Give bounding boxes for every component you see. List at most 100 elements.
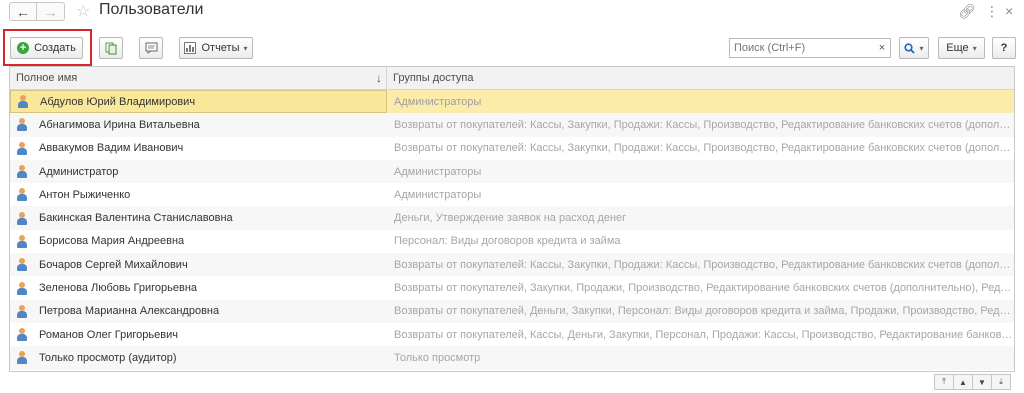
- access-groups-cell[interactable]: Возвраты от покупателей, Кассы, Деньги, …: [387, 329, 1014, 341]
- user-icon: [16, 118, 28, 132]
- table-row[interactable]: Бакинская Валентина Станиславовна Деньги,…: [10, 206, 1014, 230]
- user-name-cell[interactable]: Только просмотр (аудитор): [10, 346, 387, 369]
- user-icon: [16, 258, 28, 272]
- user-name: Борисова Мария Андреевна: [39, 235, 185, 248]
- forward-button[interactable]: →: [37, 2, 65, 21]
- chevron-down-icon: ▾: [243, 43, 248, 53]
- user-name-cell[interactable]: Антон Рыжиченко: [10, 183, 387, 206]
- last-page-icon: ⤓: [999, 377, 1003, 386]
- user-icon: [16, 351, 28, 365]
- table-row[interactable]: Петрова Марианна Александровна Возвраты о…: [10, 299, 1014, 323]
- table-row[interactable]: Бочаров Сергей Михайлович Возвраты от пок…: [10, 253, 1014, 277]
- first-page-icon: ⤒: [942, 377, 946, 386]
- help-button[interactable]: ?: [992, 37, 1016, 59]
- table-row[interactable]: Абнагимова Ирина Витальевна Возвраты от п…: [10, 113, 1014, 137]
- user-name: Петрова Марианна Александровна: [39, 305, 220, 318]
- table-header: Полное имя ↓ Группы доступа: [10, 67, 1014, 90]
- access-groups-cell[interactable]: Возвраты от покупателей: Кассы, Закупки,…: [387, 142, 1014, 154]
- user-icon: [16, 234, 28, 248]
- access-groups-cell[interactable]: Деньги, Утверждение заявок на расход ден…: [387, 212, 1014, 224]
- user-name: Администратор: [39, 165, 119, 178]
- user-icon: [16, 328, 28, 342]
- copy-icon: [105, 42, 117, 54]
- user-name: Бочаров Сергей Михайлович: [39, 258, 188, 271]
- user-name-cell[interactable]: Администратор: [10, 160, 387, 183]
- search-input[interactable]: [729, 38, 875, 58]
- users-table: Полное имя ↓ Группы доступа Абдулов Юрий…: [9, 66, 1015, 372]
- user-name-cell[interactable]: Аввакумов Вадим Иванович: [10, 137, 387, 160]
- page-title: Пользователи: [99, 1, 204, 18]
- vertical-ellipsis-icon[interactable]: ⋮: [985, 3, 999, 20]
- triangle-up-icon: ▲: [959, 377, 967, 387]
- access-groups-cell[interactable]: Возвраты от покупателей, Деньги, Закупки…: [387, 305, 1014, 317]
- user-name-cell[interactable]: Бакинская Валентина Станиславовна: [10, 206, 387, 229]
- table-row[interactable]: Аввакумов Вадим Иванович Возвраты от поку…: [10, 137, 1014, 160]
- column-header-full-name[interactable]: Полное имя ↓: [10, 67, 387, 90]
- table-row[interactable]: Администратор Администраторы: [10, 159, 1014, 184]
- user-name: Только просмотр (аудитор): [39, 351, 177, 364]
- access-groups-cell[interactable]: Только просмотр: [387, 352, 1014, 364]
- user-name: Абнагимова Ирина Витальевна: [39, 118, 200, 131]
- comment-icon: [145, 42, 157, 54]
- close-icon: ×: [878, 42, 886, 54]
- plus-circle-icon: +: [17, 42, 30, 54]
- table-row[interactable]: Антон Рыжиченко Администраторы: [10, 183, 1014, 206]
- more-button[interactable]: Еще ▾: [938, 37, 985, 59]
- user-icon: [16, 188, 28, 202]
- access-groups-cell[interactable]: Персонал: Виды договоров кредита и займа: [387, 235, 1014, 247]
- access-groups-cell[interactable]: Администраторы: [387, 189, 1014, 201]
- user-icon: [16, 141, 28, 155]
- chevron-down-icon: ▾: [919, 43, 924, 53]
- table-row[interactable]: Только просмотр (аудитор) Только просмотр: [10, 346, 1014, 370]
- user-name: Зеленова Любовь Григорьевна: [39, 282, 198, 295]
- user-icon: [16, 211, 28, 225]
- create-button[interactable]: + Создать: [10, 37, 83, 59]
- user-name-cell[interactable]: Романов Олег Григорьевич: [10, 323, 387, 346]
- search-clear-button[interactable]: ×: [874, 38, 891, 58]
- last-page-button[interactable]: ⤓: [991, 374, 1011, 390]
- sort-down-arrow-icon: ↓: [376, 71, 382, 85]
- user-icon: [16, 281, 28, 295]
- comment-button[interactable]: [139, 37, 163, 59]
- reports-button[interactable]: Отчеты ▾: [179, 37, 253, 59]
- user-name-cell[interactable]: Бочаров Сергей Михайлович: [10, 253, 387, 276]
- link-icon[interactable]: 🔗︎: [958, 3, 976, 20]
- table-row[interactable]: Романов Олег Григорьевич Возвраты от поку…: [10, 323, 1014, 346]
- user-name: Бакинская Валентина Станиславовна: [39, 212, 233, 225]
- first-page-button[interactable]: ⤒: [934, 374, 954, 390]
- user-icon: [16, 304, 28, 318]
- search-icon: [904, 42, 916, 54]
- access-groups-cell[interactable]: Возвраты от покупателей: Кассы, Закупки,…: [387, 259, 1014, 271]
- user-icon: [17, 95, 29, 109]
- previous-button[interactable]: ▲: [953, 374, 973, 390]
- access-groups-cell[interactable]: Администраторы: [387, 166, 1014, 178]
- user-name-cell[interactable]: Зеленова Любовь Григорьевна: [10, 276, 387, 299]
- search-button[interactable]: ▾: [899, 37, 929, 59]
- user-name-cell[interactable]: Абнагимова Ирина Витальевна: [10, 113, 387, 136]
- report-icon: [184, 42, 197, 54]
- chevron-down-icon: ▾: [972, 43, 977, 53]
- more-button-label: Еще: [946, 42, 969, 54]
- column-header-label: Полное имя: [16, 72, 78, 84]
- table-row[interactable]: Абдулов Юрий Владимирович Администраторы: [10, 90, 1014, 114]
- access-groups-cell[interactable]: Возвраты от покупателей: Кассы, Закупки,…: [387, 119, 1014, 131]
- close-icon[interactable]: ×: [1005, 3, 1013, 19]
- user-name: Абдулов Юрий Владимирович: [40, 95, 196, 108]
- copy-button[interactable]: [99, 37, 123, 59]
- user-name-cell[interactable]: Петрова Марианна Александровна: [10, 300, 387, 323]
- next-button[interactable]: ▼: [972, 374, 992, 390]
- user-name: Антон Рыжиченко: [39, 188, 131, 201]
- list-navigation: ⤒ ▲ ▼ ⤓: [934, 374, 1011, 390]
- table-row[interactable]: Борисова Мария Андреевна Персонал: Виды д…: [10, 230, 1014, 253]
- user-name-cell[interactable]: Борисова Мария Андреевна: [10, 230, 387, 253]
- title-bar: ← → ☆ Пользователи 🔗︎ ⋮ ×: [0, 0, 1024, 24]
- access-groups-cell[interactable]: Возвраты от покупателей, Закупки, Продаж…: [387, 282, 1014, 294]
- column-header-access-groups[interactable]: Группы доступа: [387, 67, 1014, 90]
- table-row[interactable]: Зеленова Любовь Григорьевна Возвраты от п…: [10, 276, 1014, 299]
- user-name: Романов Олег Григорьевич: [39, 328, 178, 341]
- create-button-label: Создать: [34, 42, 76, 54]
- star-icon[interactable]: ☆: [76, 1, 90, 21]
- back-button[interactable]: ←: [9, 2, 37, 21]
- access-groups-cell[interactable]: Администраторы: [387, 96, 1014, 108]
- user-name-cell[interactable]: Абдулов Юрий Владимирович: [10, 90, 387, 114]
